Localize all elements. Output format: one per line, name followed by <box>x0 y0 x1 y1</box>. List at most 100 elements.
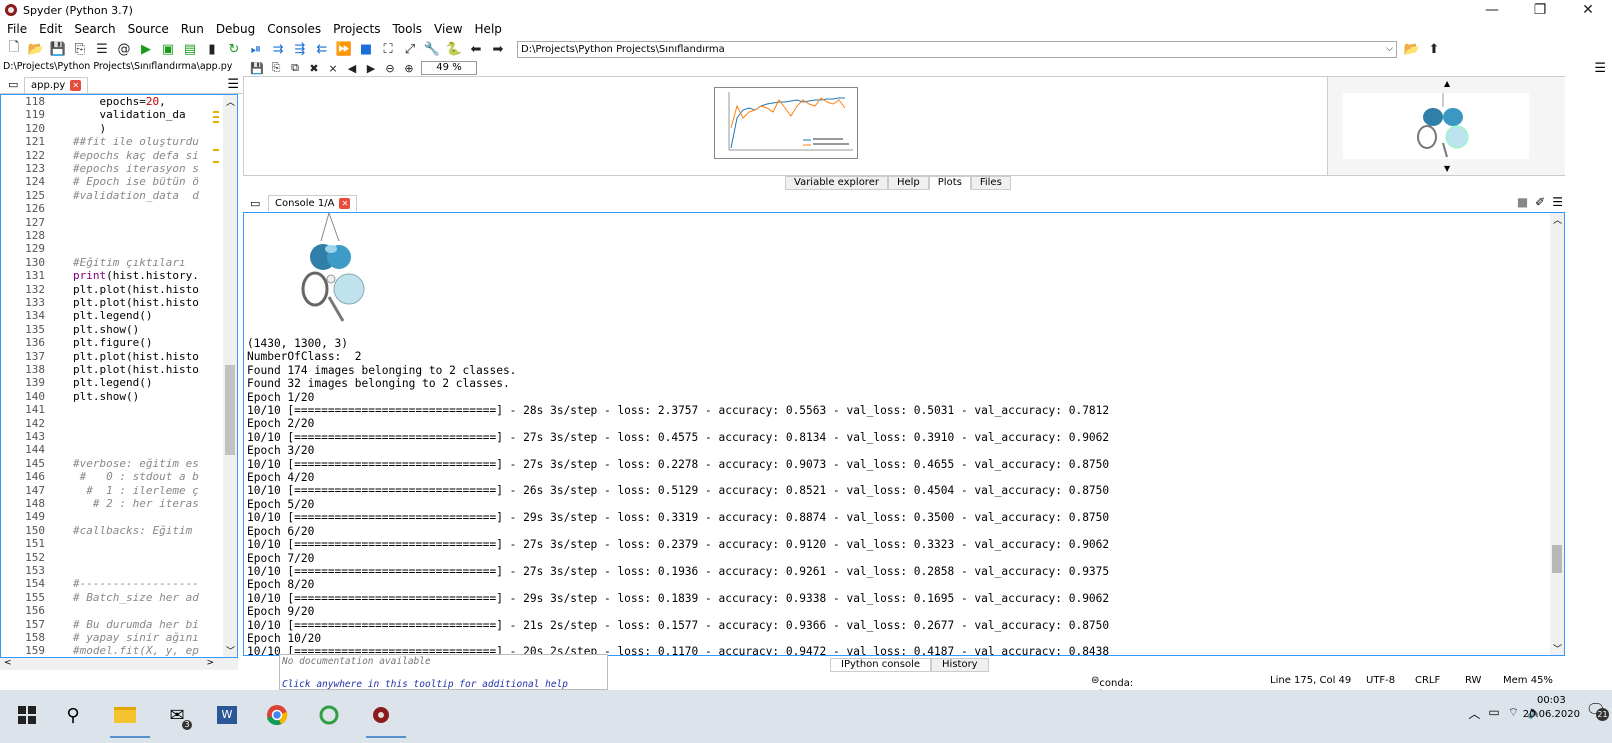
spyder-taskbar-icon[interactable] <box>366 700 406 738</box>
close-tab-icon[interactable]: ✕ <box>70 79 82 91</box>
code-line[interactable]: 119 validation_da <box>1 108 213 121</box>
tab-history[interactable]: History <box>931 658 989 672</box>
maximize-button[interactable]: ❐ <box>1516 0 1564 20</box>
training-chart[interactable] <box>714 87 858 159</box>
zoom-level[interactable]: 49 % <box>421 61 477 75</box>
copy-plot-icon[interactable]: ⧉ <box>288 61 302 75</box>
code-line[interactable]: 137 plt.plot(hist.histo <box>1 350 213 363</box>
close-button[interactable]: ✕ <box>1564 0 1612 20</box>
parent-dir-icon[interactable]: ⬆ <box>1425 41 1443 57</box>
clear-console-icon[interactable]: ✐ <box>1535 195 1545 209</box>
save-plot-icon[interactable]: 💾 <box>250 61 264 75</box>
close-console-icon[interactable]: ✕ <box>339 198 351 209</box>
menu-item-projects[interactable]: Projects <box>333 22 380 36</box>
word-icon[interactable]: W <box>212 700 242 730</box>
remove-all-plots-icon[interactable]: ⨯ <box>326 61 340 75</box>
tab-files[interactable]: Files <box>970 176 1011 190</box>
run-cell-icon[interactable]: ▣ <box>159 41 177 57</box>
remove-plot-icon[interactable]: ✖ <box>307 61 321 75</box>
code-line[interactable]: 121 ##fit ile oluşturdu <box>1 135 213 148</box>
code-line[interactable]: 123 #epochs iterasyon s <box>1 162 213 175</box>
working-directory-input[interactable]: D:\Projects\Python Projects\Sınıflandırm… <box>517 40 1397 58</box>
rerun-icon[interactable]: ↻ <box>225 41 243 57</box>
menu-item-tools[interactable]: Tools <box>392 22 422 36</box>
at-icon[interactable]: @ <box>115 41 133 57</box>
file-explorer-icon[interactable] <box>110 700 150 738</box>
code-editor[interactable]: ︿ ﹀ 118 epochs=20, 119 validation_da 120 )… <box>0 94 238 658</box>
console-scrollbar[interactable]: ︿ ﹀ <box>1550 213 1564 655</box>
scroll-down-icon[interactable]: ▼ <box>1444 164 1450 173</box>
step-into-icon[interactable]: ⇶ <box>291 41 309 57</box>
code-line[interactable]: 155 # Batch_size her ad <box>1 591 213 604</box>
code-line[interactable]: 128 <box>1 229 213 242</box>
code-line[interactable]: 152 <box>1 551 213 564</box>
stop-debug-icon[interactable]: ■ <box>357 41 375 57</box>
forward-arrow-icon[interactable]: ➡ <box>489 41 507 57</box>
code-line[interactable]: 136 plt.figure() <box>1 336 213 349</box>
code-line[interactable]: 151 <box>1 537 213 550</box>
code-line[interactable]: 126 <box>1 202 213 215</box>
preferences-icon[interactable]: 🔧 <box>423 41 441 57</box>
code-line[interactable]: 157 # Bu durumda her bi <box>1 618 213 631</box>
tab-help[interactable]: Help <box>887 176 929 190</box>
new-file-icon[interactable]: 🗋 <box>5 40 23 57</box>
code-line[interactable]: 148 # 2 : her iteras <box>1 497 213 510</box>
menu-item-help[interactable]: Help <box>475 22 502 36</box>
code-line[interactable]: 147 # 1 : ilerleme ç <box>1 484 213 497</box>
back-arrow-icon[interactable]: ⬅ <box>467 41 485 57</box>
tab-console-1a[interactable]: Console 1/A ✕ <box>268 195 358 211</box>
mail-icon[interactable]: ✉ 3 <box>162 700 192 730</box>
editor-scrollbar[interactable]: ︿ ﹀ <box>223 95 237 657</box>
previous-plot-icon[interactable]: ◀ <box>345 61 359 75</box>
tab-variable-explorer[interactable]: Variable explorer <box>785 176 888 190</box>
code-line[interactable]: 156 <box>1 604 213 617</box>
continue-icon[interactable]: ⏩ <box>335 41 353 57</box>
code-line[interactable]: 141 <box>1 403 213 416</box>
menu-item-run[interactable]: Run <box>181 22 204 36</box>
green-app-icon[interactable] <box>314 700 344 730</box>
plot-thumbnail[interactable] <box>1343 93 1529 159</box>
code-line[interactable]: 131 print(hist.history. <box>1 269 213 282</box>
scroll-up-icon[interactable]: ▲ <box>1444 79 1450 88</box>
code-line[interactable]: 159 #model.fit(X, y, ep <box>1 644 213 657</box>
tab-ipython-console[interactable]: IPython console <box>830 658 932 672</box>
conda-status[interactable]: ⊜ conda: base (Python 3.7.6) <box>1091 675 1138 722</box>
tab-plots[interactable]: Plots <box>928 176 971 190</box>
editor-horizontal-scrollbar[interactable]: < > <box>0 658 238 670</box>
code-line[interactable]: 144 <box>1 443 213 456</box>
chevron-up-icon[interactable]: ︿ <box>1468 705 1480 722</box>
menu-item-consoles[interactable]: Consoles <box>267 22 321 36</box>
step-return-icon[interactable]: ⇇ <box>313 41 331 57</box>
run-cell-advance-icon[interactable]: ▤ <box>181 41 199 57</box>
code-line[interactable]: 127 <box>1 216 213 229</box>
code-line[interactable]: 139 plt.legend() <box>1 376 213 389</box>
code-line[interactable]: 129 <box>1 242 213 255</box>
editor-options-icon[interactable]: ☰ <box>227 77 239 92</box>
run-icon[interactable]: ▶ <box>137 41 155 57</box>
code-line[interactable]: 145 #verbose: eğitim es <box>1 457 213 470</box>
code-line[interactable]: 120 ) <box>1 122 213 135</box>
step-icon[interactable]: ⇉ <box>269 41 287 57</box>
code-line[interactable]: 122 #epochs kaç defa si <box>1 149 213 162</box>
clock[interactable]: 00:03 20.06.2020 <box>1523 694 1580 722</box>
save-icon[interactable]: 💾 <box>49 41 67 57</box>
search-icon[interactable]: ⚲ <box>58 700 88 730</box>
console-scroll-thumb[interactable] <box>1552 545 1562 573</box>
tab-app-py[interactable]: app.py ✕ <box>24 76 89 93</box>
code-line[interactable]: 153 <box>1 564 213 577</box>
battery-icon[interactable]: ▭ <box>1488 705 1499 722</box>
notification-icon[interactable]: 🗨 21 <box>1586 700 1609 721</box>
code-line[interactable]: 124 # Epoch ise bütün ö <box>1 175 213 188</box>
zoom-out-icon[interactable]: ⊖ <box>383 61 397 75</box>
browse-tabs-icon[interactable]: ▭ <box>8 78 18 91</box>
minimize-button[interactable]: — <box>1468 0 1516 20</box>
open-file-icon[interactable]: 📂 <box>27 41 45 57</box>
options-menu-icon[interactable]: ☰ <box>1594 61 1606 76</box>
list-icon[interactable]: ☰ <box>93 41 111 57</box>
ipython-console[interactable]: (1430, 1300, 3) NumberOfClass: 2 Found 174… <box>243 212 1565 656</box>
browse-folder-icon[interactable]: 📂 <box>1403 41 1421 57</box>
code-line[interactable]: 146 # 0 : stdout a b <box>1 470 213 483</box>
code-line[interactable]: 143 <box>1 430 213 443</box>
stop-kernel-icon[interactable]: ■ <box>1517 195 1528 209</box>
code-line[interactable]: 133 plt.plot(hist.histo <box>1 296 213 309</box>
